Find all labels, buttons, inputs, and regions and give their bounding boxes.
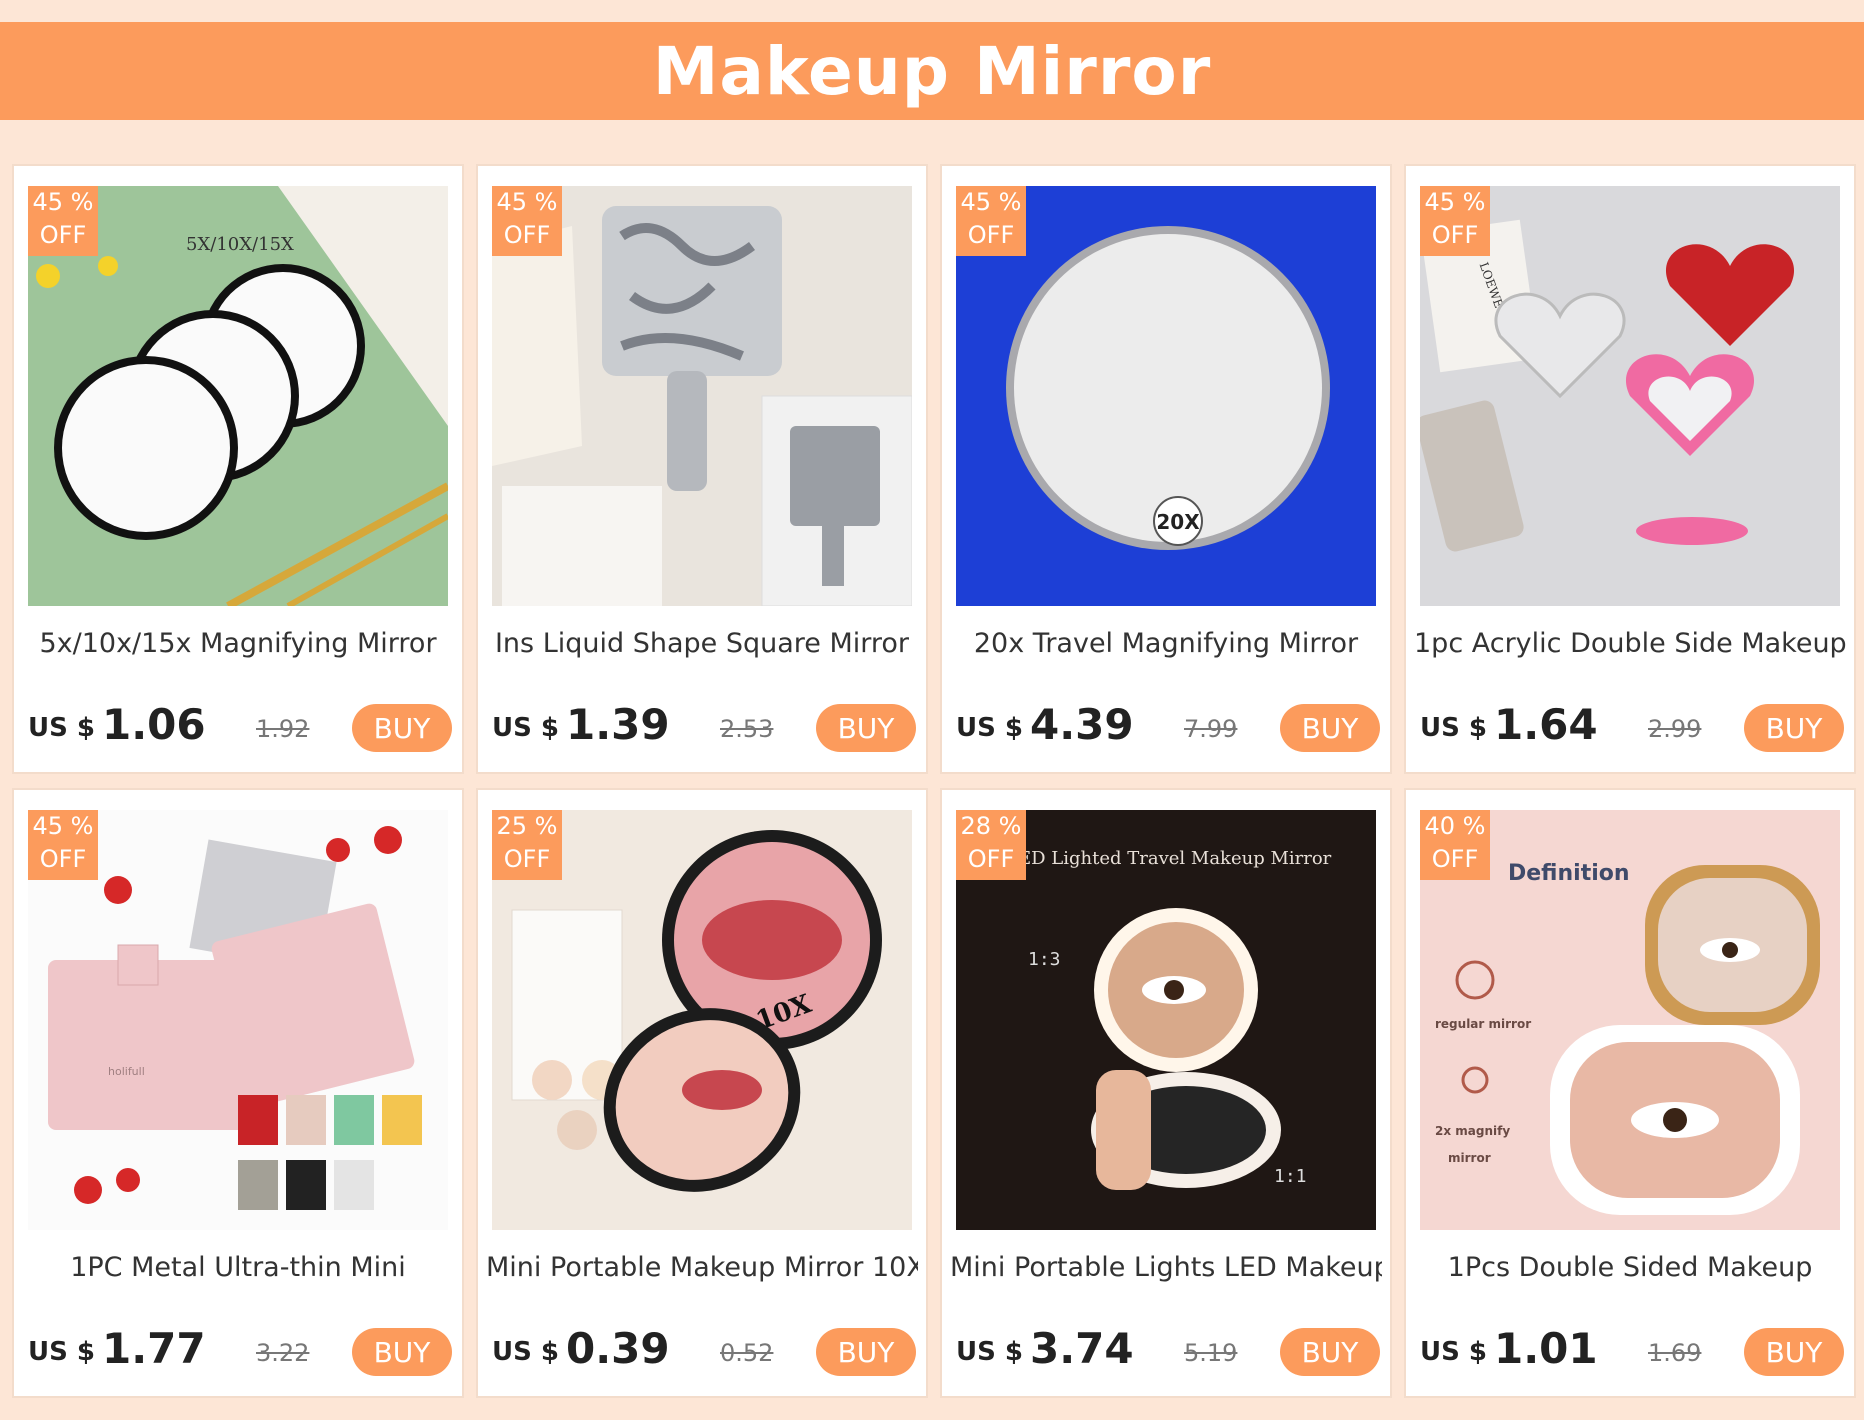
original-price: 1.92 [256,715,310,743]
product-card[interactable]: holifull 45 % OFF 1PC Metal Ultra-thin Mi… [12,788,464,1398]
image-caption: 5X/10X/15X [186,234,294,255]
product-card[interactable]: 10X 25 % OFF Mini Portable Makeup Mirror … [476,788,928,1398]
product-card[interactable]: 5X/10X/15X 45 % OFF 5x/10x/15x Magnifying… [12,164,464,774]
image-caption: holifull [108,1065,145,1078]
image-caption: Definition [1508,861,1630,886]
currency-label: US $ [1420,1337,1487,1367]
currency-label: US $ [956,1337,1023,1367]
buy-button[interactable]: BUY [816,1328,916,1376]
product-card[interactable]: ED Lighted Travel Makeup Mirror 1:3 1:1 … [940,788,1392,1398]
sale-price: 1.01 [1494,1324,1598,1373]
buy-button[interactable]: BUY [816,704,916,752]
discount-badge: 25 % OFF [492,810,562,880]
discount-badge: 45 % OFF [28,810,98,880]
header-banner: Makeup Mirror [0,22,1864,120]
sale-price: 1.64 [1494,700,1598,749]
buy-button[interactable]: BUY [1744,1328,1844,1376]
price-row: US $ 4.39 7.99 BUY [956,696,1380,756]
price-row: US $ 1.39 2.53 BUY [492,696,916,756]
sale-price: 1.77 [102,1324,206,1373]
currency-label: US $ [28,713,95,743]
price-row: US $ 1.06 1.92 BUY [28,696,452,756]
product-title[interactable]: 1Pcs Double Sided Makeup [1414,1252,1846,1283]
sale-price: 0.39 [566,1324,670,1373]
sale-price: 1.39 [566,700,670,749]
sale-price: 3.74 [1030,1324,1134,1373]
image-caption: ED Lighted Travel Makeup Mirror [1018,848,1332,869]
discount-badge: 45 % OFF [1420,186,1490,256]
product-card[interactable]: 45 % OFF Ins Liquid Shape Square Mirror U… [476,164,928,774]
product-card[interactable]: LOEWE 45 % OFF 1pc Acrylic Double Side Ma… [1404,164,1856,774]
original-price: 2.99 [1648,715,1702,743]
product-title[interactable]: 20x Travel Magnifying Mirror [950,628,1382,659]
buy-button[interactable]: BUY [1280,1328,1380,1376]
product-title[interactable]: 5x/10x/15x Magnifying Mirror [22,628,454,659]
product-card[interactable]: 20X 45 % OFF 20x Travel Magnifying Mirror… [940,164,1392,774]
currency-label: US $ [492,1337,559,1367]
discount-badge: 45 % OFF [956,186,1026,256]
price-row: US $ 3.74 5.19 BUY [956,1320,1380,1380]
discount-badge: 45 % OFF [492,186,562,256]
original-price: 0.52 [720,1339,774,1367]
discount-badge: 40 % OFF [1420,810,1490,880]
sale-price: 4.39 [1030,700,1134,749]
product-title[interactable]: Mini Portable Makeup Mirror 10X [486,1252,918,1283]
image-label-ratio-bottom: 1:1 [1274,1166,1307,1187]
buy-button[interactable]: BUY [1744,704,1844,752]
price-row: US $ 1.64 2.99 BUY [1420,696,1844,756]
original-price: 1.69 [1648,1339,1702,1367]
currency-label: US $ [492,713,559,743]
currency-label: US $ [28,1337,95,1367]
price-row: US $ 0.39 0.52 BUY [492,1320,916,1380]
original-price: 3.22 [256,1339,310,1367]
price-row: US $ 1.77 3.22 BUY [28,1320,452,1380]
sale-price: 1.06 [102,700,206,749]
currency-label: US $ [1420,713,1487,743]
image-label-regular: regular mirror [1435,1017,1531,1031]
buy-button[interactable]: BUY [352,704,452,752]
original-price: 7.99 [1184,715,1238,743]
image-label-mirror: mirror [1448,1151,1491,1165]
product-title[interactable]: 1pc Acrylic Double Side Makeup [1414,628,1846,659]
product-title[interactable]: 1PC Metal Ultra-thin Mini [22,1252,454,1283]
image-label-ratio-top: 1:3 [1028,949,1061,970]
currency-label: US $ [956,713,1023,743]
image-label-magnify: 2x magnify [1435,1124,1510,1138]
discount-badge: 28 % OFF [956,810,1026,880]
original-price: 2.53 [720,715,774,743]
discount-badge: 45 % OFF [28,186,98,256]
product-grid: 5X/10X/15X 45 % OFF 5x/10x/15x Magnifying… [12,164,1856,1398]
page-title: Makeup Mirror [652,32,1212,110]
original-price: 5.19 [1184,1339,1238,1367]
buy-button[interactable]: BUY [1280,704,1380,752]
buy-button[interactable]: BUY [352,1328,452,1376]
product-title[interactable]: Mini Portable Lights LED Makeup [950,1252,1382,1283]
product-card[interactable]: Definition regular mirror 2x magnify mir… [1404,788,1856,1398]
product-title[interactable]: Ins Liquid Shape Square Mirror [486,628,918,659]
price-row: US $ 1.01 1.69 BUY [1420,1320,1844,1380]
image-caption: 20X [1156,510,1200,534]
